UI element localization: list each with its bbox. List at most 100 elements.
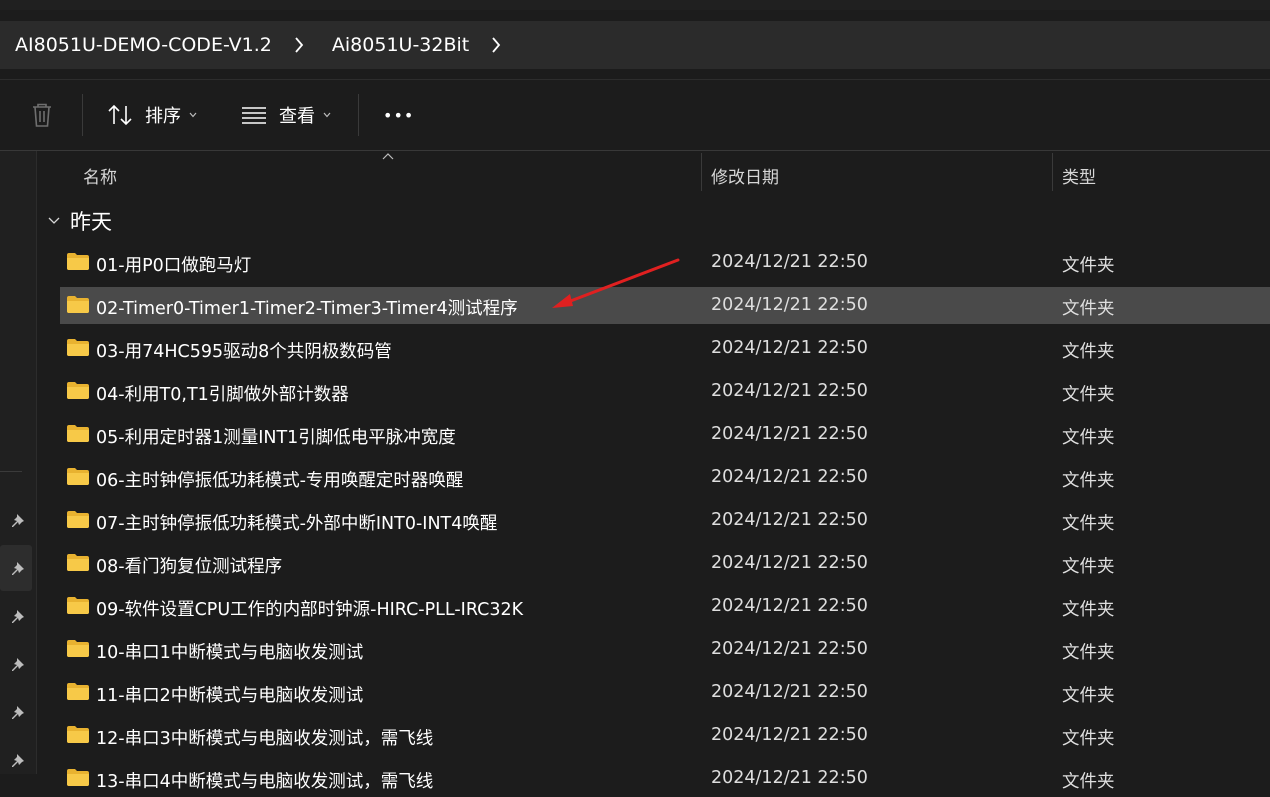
chevron-right-icon[interactable] [294,37,304,53]
folder-icon [67,554,89,571]
file-row[interactable]: 09-软件设置CPU工作的内部时钟源-HIRC-PLL-IRC32K 2024/1… [60,588,1270,625]
folder-icon [67,296,89,313]
chevron-down-icon [323,112,331,118]
delete-button[interactable] [30,80,54,150]
file-row[interactable]: 11-串口2中断模式与电脑收发测试 2024/12/21 22:50 文件夹 [60,674,1270,711]
title-bar-strip [0,0,1270,10]
folder-icon [67,511,89,528]
file-type: 文件夹 [1062,729,1115,749]
group-header[interactable]: 昨天 [48,205,112,237]
breadcrumb-item[interactable]: Ai8051U-32Bit [332,34,469,56]
file-row[interactable]: 08-看门狗复位测试程序 2024/12/21 22:50 文件夹 [60,545,1270,582]
file-row[interactable]: 04-利用T0,T1引脚做外部计数器 2024/12/21 22:50 文件夹 [60,373,1270,410]
navigation-pane [0,151,37,774]
file-row[interactable]: 07-主时钟停振低功耗模式-外部中断INT0-INT4唤醒 2024/12/21 … [60,502,1270,539]
view-button[interactable]: 查看 [241,80,331,150]
file-date: 2024/12/21 22:50 [711,381,868,401]
more-options-button[interactable]: ••• [383,80,414,150]
trash-icon [33,103,51,127]
file-date: 2024/12/21 22:50 [711,596,868,616]
folder-icon [67,769,89,786]
file-name: 09-软件设置CPU工作的内部时钟源-HIRC-PLL-IRC32K [96,600,524,620]
file-name: 08-看门狗复位测试程序 [96,557,283,577]
file-name: 10-串口1中断模式与电脑收发测试 [96,643,364,663]
file-date: 2024/12/21 22:50 [711,252,868,272]
file-type: 文件夹 [1062,471,1115,491]
folder-icon [67,382,89,399]
file-name: 02-Timer0-Timer1-Timer2-Timer3-Timer4测试程… [96,299,518,319]
folder-icon [67,339,89,356]
file-type: 文件夹 [1062,342,1115,362]
sort-button[interactable]: 排序 [107,80,197,150]
file-date: 2024/12/21 22:50 [711,424,868,444]
address-bar[interactable]: AI8051U-DEMO-CODE-V1.2 Ai8051U-32Bit [0,21,1270,69]
sort-ascending-icon [382,153,394,160]
column-header-type[interactable]: 类型 [1062,163,1096,188]
more-icon: ••• [383,105,415,125]
file-name: 06-主时钟停振低功耗模式-专用唤醒定时器唤醒 [96,471,464,491]
file-type: 文件夹 [1062,428,1115,448]
file-date: 2024/12/21 22:50 [711,725,868,745]
pin-icon[interactable] [9,655,29,675]
pin-icon[interactable] [9,751,29,771]
breadcrumb-item[interactable]: AI8051U-DEMO-CODE-V1.2 [15,34,272,56]
file-row[interactable]: 06-主时钟停振低功耗模式-专用唤醒定时器唤醒 2024/12/21 22:50 文… [60,459,1270,496]
file-name: 01-用P0口做跑马灯 [96,256,252,276]
sort-label: 排序 [145,106,181,127]
pin-icon[interactable] [9,607,29,627]
file-name: 13-串口4中断模式与电脑收发测试，需飞线 [96,772,434,792]
column-header-name[interactable]: 名称 [83,163,117,188]
file-name: 07-主时钟停振低功耗模式-外部中断INT0-INT4唤醒 [96,514,498,534]
file-type: 文件夹 [1062,686,1115,706]
view-label: 查看 [279,106,315,127]
file-type: 文件夹 [1062,643,1115,663]
file-type: 文件夹 [1062,385,1115,405]
folder-icon [67,597,89,614]
pin-icon[interactable] [9,511,29,531]
list-view-icon [242,107,266,124]
pin-icon[interactable] [9,559,29,579]
file-type: 文件夹 [1062,299,1115,319]
file-type: 文件夹 [1062,772,1115,792]
column-header-date[interactable]: 修改日期 [711,163,779,188]
file-date: 2024/12/21 22:50 [711,682,868,702]
group-label: 昨天 [70,210,112,234]
chevron-right-icon[interactable] [491,37,501,53]
divider [82,94,83,136]
column-resize-handle[interactable] [701,153,702,191]
chevron-down-icon [189,112,197,118]
column-header-row: 名称 修改日期 类型 [37,151,1270,195]
file-name: 03-用74HC595驱动8个共阴极数码管 [96,342,392,362]
file-date: 2024/12/21 22:50 [711,639,868,659]
file-name: 04-利用T0,T1引脚做外部计数器 [96,385,349,405]
chevron-down-icon[interactable] [48,217,60,225]
file-type: 文件夹 [1062,256,1115,276]
file-date: 2024/12/21 22:50 [711,553,868,573]
file-row[interactable]: 13-串口4中断模式与电脑收发测试，需飞线 2024/12/21 22:50 文件夹 [60,760,1270,797]
folder-icon [67,468,89,485]
file-type: 文件夹 [1062,600,1115,620]
file-date: 2024/12/21 22:50 [711,768,868,788]
pin-icon[interactable] [9,703,29,723]
column-resize-handle[interactable] [1052,153,1053,191]
file-type: 文件夹 [1062,557,1115,577]
file-type: 文件夹 [1062,514,1115,534]
file-date: 2024/12/21 22:50 [711,467,868,487]
file-name: 05-利用定时器1测量INT1引脚低电平脉冲宽度 [96,428,456,448]
file-row[interactable]: 02-Timer0-Timer1-Timer2-Timer3-Timer4测试程… [60,287,1270,324]
sort-arrows-icon [108,104,132,126]
file-date: 2024/12/21 22:50 [711,510,868,530]
divider [358,94,359,136]
file-date: 2024/12/21 22:50 [711,338,868,358]
folder-icon [67,726,89,743]
file-row[interactable]: 10-串口1中断模式与电脑收发测试 2024/12/21 22:50 文件夹 [60,631,1270,668]
file-row[interactable]: 01-用P0口做跑马灯 2024/12/21 22:50 文件夹 [60,244,1270,281]
file-row[interactable]: 12-串口3中断模式与电脑收发测试，需飞线 2024/12/21 22:50 文件夹 [60,717,1270,754]
file-row[interactable]: 05-利用定时器1测量INT1引脚低电平脉冲宽度 2024/12/21 22:50… [60,416,1270,453]
folder-icon [67,683,89,700]
command-bar: 排序 查看 ••• [0,80,1270,150]
file-date: 2024/12/21 22:50 [711,295,868,315]
file-row[interactable]: 03-用74HC595驱动8个共阴极数码管 2024/12/21 22:50 文件夹 [60,330,1270,367]
folder-icon [67,425,89,442]
divider [0,471,22,472]
